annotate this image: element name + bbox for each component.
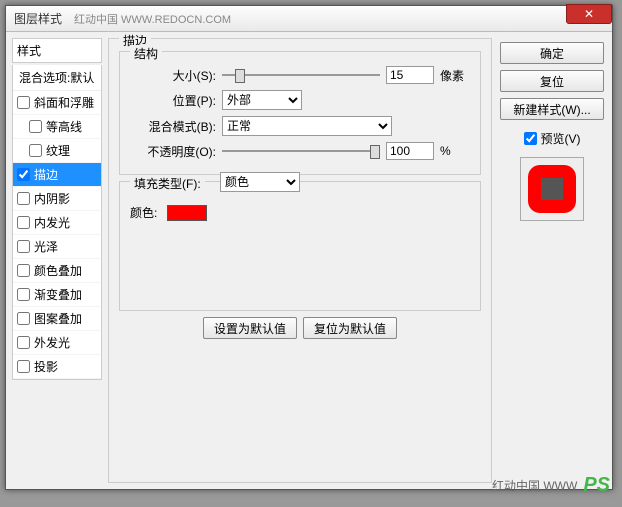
window-title: 图层样式 (14, 10, 62, 27)
stroke-panel: 描边 结构 大小(S): 像素 位置(P): 外部 (108, 38, 492, 483)
opacity-input[interactable] (386, 142, 434, 160)
blendmode-row: 混合模式(B): 正常 (130, 116, 470, 136)
titlebar[interactable]: 图层样式 红动中国 WWW.REDOCN.COM ✕ (6, 6, 612, 32)
style-label: 颜色叠加 (34, 262, 82, 279)
size-row: 大小(S): 像素 (130, 66, 470, 84)
preview-checkbox[interactable] (524, 132, 537, 145)
preview-thumbnail (520, 157, 584, 221)
style-checkbox[interactable] (29, 144, 42, 157)
cancel-button[interactable]: 复位 (500, 70, 604, 92)
structure-group: 结构 大小(S): 像素 位置(P): 外部 (119, 51, 481, 175)
style-checkbox[interactable] (17, 264, 30, 277)
style-item-11[interactable]: 投影 (13, 355, 101, 379)
opacity-label: 不透明度(O): (130, 143, 216, 160)
style-label: 图案叠加 (34, 310, 82, 327)
style-checkbox[interactable] (17, 216, 30, 229)
style-checkbox[interactable] (17, 96, 30, 109)
style-item-7[interactable]: 颜色叠加 (13, 259, 101, 283)
blending-options[interactable]: 混合选项:默认 (13, 65, 101, 91)
filltype-label: 填充类型(F): (130, 175, 205, 192)
size-input[interactable] (386, 66, 434, 84)
style-label: 内发光 (34, 214, 70, 231)
footer-watermark: 红动中国 WWW PS (492, 474, 610, 497)
style-label: 描边 (34, 166, 58, 183)
position-select[interactable]: 外部 (222, 90, 302, 110)
styles-column: 样式 混合选项:默认 斜面和浮雕等高线纹理描边内阴影内发光光泽颜色叠加渐变叠加图… (12, 38, 102, 483)
style-checkbox[interactable] (17, 168, 30, 181)
settings-column: 描边 结构 大小(S): 像素 位置(P): 外部 (108, 38, 492, 483)
style-item-6[interactable]: 光泽 (13, 235, 101, 259)
reset-default-button[interactable]: 复位为默认值 (303, 317, 397, 339)
size-label: 大小(S): (130, 67, 216, 84)
default-buttons: 设置为默认值 复位为默认值 (119, 317, 481, 339)
styles-list: 混合选项:默认 斜面和浮雕等高线纹理描边内阴影内发光光泽颜色叠加渐变叠加图案叠加… (12, 65, 102, 380)
opacity-unit: % (440, 144, 470, 158)
preview-label: 预览(V) (541, 130, 581, 147)
style-label: 等高线 (46, 118, 82, 135)
dialog-body: 样式 混合选项:默认 斜面和浮雕等高线纹理描边内阴影内发光光泽颜色叠加渐变叠加图… (6, 32, 612, 489)
close-icon: ✕ (584, 7, 594, 21)
style-checkbox[interactable] (17, 240, 30, 253)
ps-logo: PS (583, 474, 610, 497)
style-item-3[interactable]: 描边 (13, 163, 101, 187)
style-label: 光泽 (34, 238, 58, 255)
filltype-select[interactable]: 颜色 (220, 172, 300, 192)
color-label: 颜色: (130, 204, 157, 221)
opacity-slider[interactable] (222, 142, 380, 160)
style-item-1[interactable]: 等高线 (13, 115, 101, 139)
position-row: 位置(P): 外部 (130, 90, 470, 110)
style-checkbox[interactable] (29, 120, 42, 133)
opacity-row: 不透明度(O): % (130, 142, 470, 160)
titlebar-watermark: 红动中国 WWW.REDOCN.COM (74, 11, 231, 27)
style-item-4[interactable]: 内阴影 (13, 187, 101, 211)
action-column: 确定 复位 新建样式(W)... 预览(V) (498, 38, 606, 483)
style-item-8[interactable]: 渐变叠加 (13, 283, 101, 307)
style-checkbox[interactable] (17, 360, 30, 373)
style-checkbox[interactable] (17, 312, 30, 325)
style-item-2[interactable]: 纹理 (13, 139, 101, 163)
color-row: 颜色: (130, 204, 470, 221)
style-checkbox[interactable] (17, 192, 30, 205)
style-label: 渐变叠加 (34, 286, 82, 303)
structure-title: 结构 (130, 45, 162, 62)
size-unit: 像素 (440, 67, 470, 84)
set-default-button[interactable]: 设置为默认值 (203, 317, 297, 339)
layer-style-dialog: 图层样式 红动中国 WWW.REDOCN.COM ✕ 样式 混合选项:默认 斜面… (5, 5, 613, 490)
ok-button[interactable]: 确定 (500, 42, 604, 64)
blendmode-label: 混合模式(B): (130, 118, 216, 135)
style-checkbox[interactable] (17, 288, 30, 301)
style-item-5[interactable]: 内发光 (13, 211, 101, 235)
preview-checkbox-row[interactable]: 预览(V) (524, 130, 581, 147)
styles-header: 样式 (12, 38, 102, 63)
close-button[interactable]: ✕ (566, 4, 612, 24)
style-label: 内阴影 (34, 190, 70, 207)
position-label: 位置(P): (130, 92, 216, 109)
style-label: 纹理 (46, 142, 70, 159)
style-item-9[interactable]: 图案叠加 (13, 307, 101, 331)
style-label: 斜面和浮雕 (34, 94, 94, 111)
style-checkbox[interactable] (17, 336, 30, 349)
size-slider[interactable] (222, 66, 380, 84)
color-swatch[interactable] (167, 205, 207, 221)
style-item-10[interactable]: 外发光 (13, 331, 101, 355)
blendmode-select[interactable]: 正常 (222, 116, 392, 136)
new-style-button[interactable]: 新建样式(W)... (500, 98, 604, 120)
style-label: 外发光 (34, 334, 70, 351)
style-label: 投影 (34, 358, 58, 375)
preview-icon (524, 161, 580, 217)
fill-group: 填充类型(F): 颜色 颜色: (119, 181, 481, 311)
style-item-0[interactable]: 斜面和浮雕 (13, 91, 101, 115)
